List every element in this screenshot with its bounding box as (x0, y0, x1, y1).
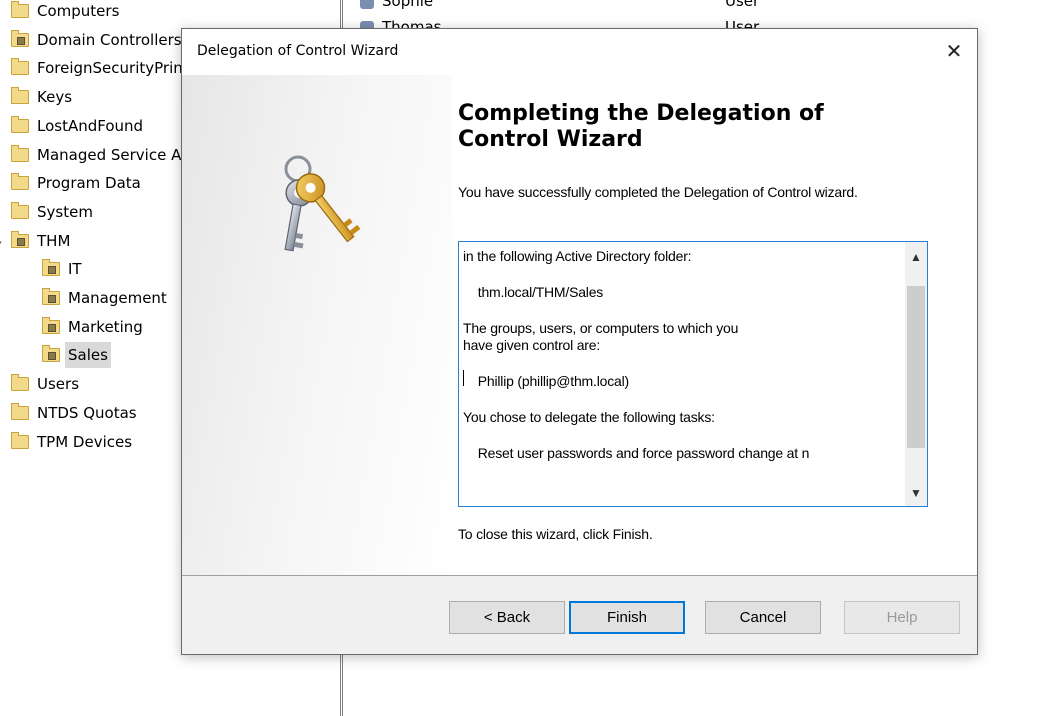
tree-item[interactable]: Users (11, 371, 79, 397)
delegation-wizard-dialog: Delegation of Control Wizard ✕ Completin… (181, 28, 978, 655)
summary-line: Phillip (phillip@thm.local) (463, 373, 629, 389)
tree-item[interactable]: Domain Controllers (11, 27, 182, 53)
tree-item-label: Sales (65, 342, 111, 369)
tree-item-label: Computers (37, 2, 120, 20)
scroll-thumb[interactable] (907, 286, 925, 448)
scroll-down-icon[interactable]: ▼ (905, 482, 927, 504)
tree-item[interactable]: THM (11, 228, 70, 254)
dialog-titlebar[interactable]: Delegation of Control Wizard ✕ (182, 29, 977, 75)
tree-item[interactable]: Management (42, 285, 167, 311)
tree-item-label: Keys (37, 88, 73, 107)
tree-item[interactable]: Marketing (42, 314, 143, 340)
summary-text: in the following Active Directory folder… (463, 248, 899, 462)
folder-icon (11, 402, 29, 420)
wizard-closing-text: To close this wizard, click Finish. (458, 526, 653, 542)
ou-folder-icon (11, 29, 29, 47)
help-button[interactable]: Help (844, 601, 960, 634)
tree-item-label: THM (37, 231, 71, 250)
keys-icon (284, 155, 361, 252)
tree-item-label: Domain Controllers (37, 30, 182, 49)
tree-item[interactable]: System (11, 199, 93, 225)
tree-item-label: Program Data (37, 174, 141, 193)
dialog-footer: < Back Finish Cancel Help (182, 575, 977, 654)
ou-folder-icon (42, 259, 60, 277)
tree-item[interactable]: TPM Devices (11, 429, 132, 455)
folder-icon (11, 144, 29, 162)
summary-line: thm.local/THM/Sales (463, 284, 604, 300)
folder-icon (11, 201, 29, 219)
ou-folder-icon (11, 230, 29, 248)
folder-icon (11, 115, 29, 133)
folder-icon (11, 58, 29, 76)
wizard-heading: Completing the Delegation of Control Wiz… (458, 101, 824, 152)
finish-button[interactable]: Finish (569, 601, 685, 634)
close-button[interactable]: ✕ (931, 29, 977, 75)
tree-item[interactable]: NTDS Quotas (11, 400, 137, 426)
summary-line: Reset user passwords and force password … (463, 445, 810, 461)
summary-line: You chose to delegate the following task… (463, 409, 715, 425)
summary-line: The groups, users, or computers to which… (463, 320, 739, 336)
expand-arrow-icon[interactable]: ▾ (0, 237, 2, 250)
summary-scrollbar[interactable]: ▲ ▼ (905, 242, 927, 506)
folder-icon (11, 374, 29, 392)
folder-icon (11, 1, 29, 18)
tree-item[interactable]: IT (42, 256, 82, 282)
tree-item-label: LostAndFound (37, 116, 144, 135)
wizard-content: Completing the Delegation of Control Wiz… (458, 75, 928, 575)
back-button[interactable]: < Back (449, 601, 565, 634)
text-caret (463, 370, 464, 386)
tree-item-label: TPM Devices (37, 432, 133, 451)
tree-item[interactable]: LostAndFound (11, 113, 143, 139)
ou-folder-icon (42, 316, 60, 334)
tree-item-label: Users (37, 375, 80, 394)
ou-folder-icon (42, 345, 60, 363)
summary-line: have given control are: (463, 337, 601, 353)
folder-icon (11, 87, 29, 105)
ou-folder-icon (42, 288, 60, 305)
wizard-intro-text: You have successfully completed the Dele… (458, 184, 858, 200)
close-icon: ✕ (945, 41, 963, 63)
tree-item[interactable]: Computers (11, 0, 119, 24)
folder-icon (11, 173, 29, 191)
list-item-name: Sophie (382, 0, 434, 10)
dialog-title: Delegation of Control Wizard (197, 43, 399, 59)
tree-item[interactable]: Sales (42, 342, 111, 369)
user-icon (360, 0, 374, 9)
tree-item-label: NTDS Quotas (37, 403, 137, 422)
tree-item[interactable]: Program Data (11, 170, 141, 196)
list-item[interactable]: Sophie User (360, 0, 759, 10)
tree-item[interactable]: Keys (11, 84, 72, 110)
tree-item-label: Marketing (68, 317, 143, 336)
summary-textbox[interactable]: in the following Active Directory folder… (458, 241, 928, 507)
folder-icon (11, 431, 29, 449)
tree-item-label: IT (68, 260, 82, 279)
wizard-side-panel (182, 75, 452, 575)
tree-item-label: Management (68, 289, 167, 307)
tree-item-label: System (37, 202, 93, 221)
summary-line: in the following Active Directory folder… (463, 248, 692, 264)
scroll-up-icon[interactable]: ▲ (905, 246, 927, 268)
cancel-button[interactable]: Cancel (705, 601, 821, 634)
list-item-type: User (725, 0, 760, 10)
